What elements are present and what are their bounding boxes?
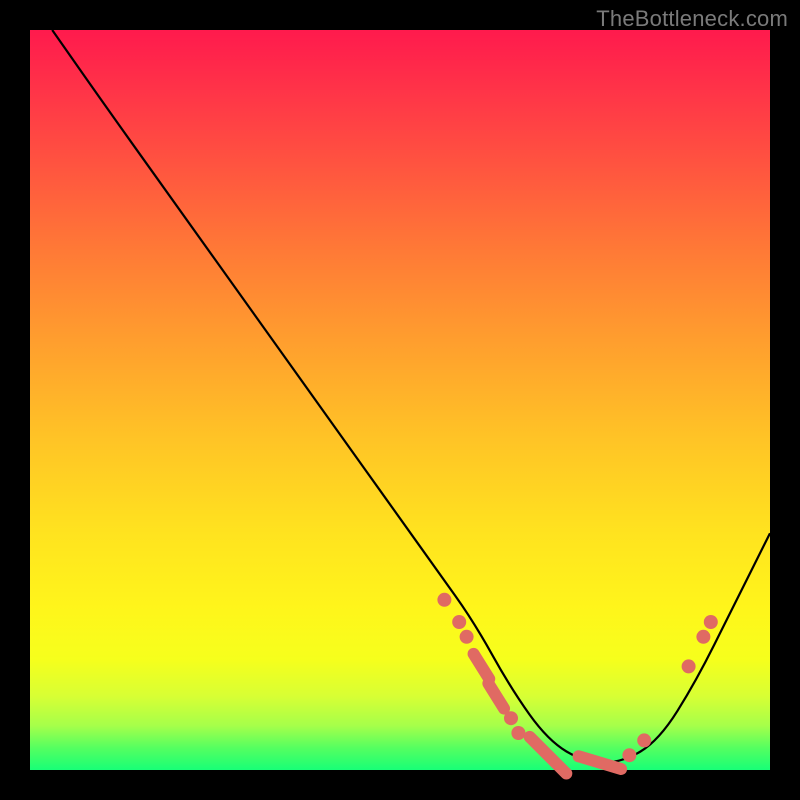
marker-dot bbox=[511, 726, 525, 740]
watermark-text: TheBottleneck.com bbox=[596, 6, 788, 32]
plot-area bbox=[30, 30, 770, 770]
marker-dot bbox=[622, 748, 636, 762]
marker-dot bbox=[460, 630, 474, 644]
marker-dash bbox=[530, 737, 567, 774]
marker-dot bbox=[452, 615, 466, 629]
chart-svg bbox=[30, 30, 770, 770]
marker-dot bbox=[682, 659, 696, 673]
marker-dot bbox=[437, 593, 451, 607]
marker-dot bbox=[704, 615, 718, 629]
marker-layer bbox=[437, 593, 717, 774]
marker-dash bbox=[474, 654, 490, 679]
marker-dash bbox=[488, 683, 504, 708]
marker-dash bbox=[579, 756, 622, 769]
bottleneck-curve bbox=[52, 30, 770, 763]
marker-dot bbox=[696, 630, 710, 644]
chart-frame: TheBottleneck.com bbox=[0, 0, 800, 800]
marker-dot bbox=[637, 733, 651, 747]
marker-dot bbox=[504, 711, 518, 725]
